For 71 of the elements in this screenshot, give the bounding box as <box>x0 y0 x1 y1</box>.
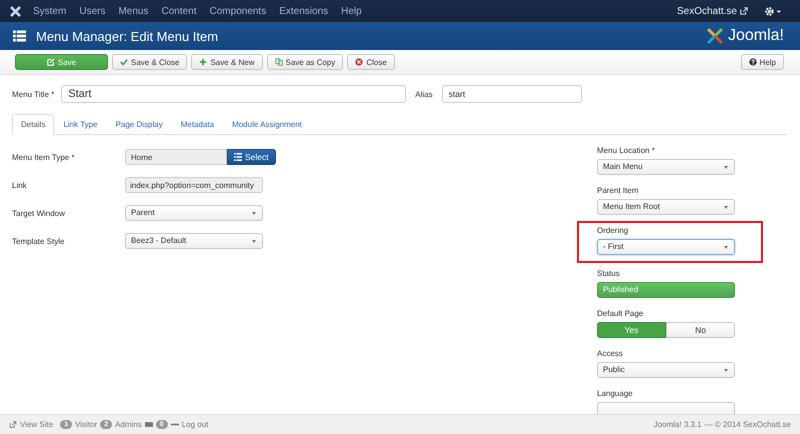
field-label: Alias <box>415 90 433 98</box>
title-field[interactable]: Start <box>61 85 406 103</box>
field-label: Link <box>12 180 28 190</box>
logout-link[interactable]: Log out <box>182 420 208 429</box>
menu-item[interactable]: Content <box>161 6 197 16</box>
dropdown[interactable]: Parent <box>125 205 263 221</box>
field-label: Target Window <box>12 208 66 218</box>
field-label: Status <box>597 269 621 278</box>
caret-icon <box>724 206 728 209</box>
field-label: Menu Location * <box>597 146 656 155</box>
menu-item[interactable]: Components <box>210 6 266 16</box>
field-label: Menu Title * <box>12 90 54 98</box>
menu-item[interactable]: Users <box>79 6 106 16</box>
toolbar-button[interactable]: Save as Copy <box>266 54 344 70</box>
help-button[interactable]: Help <box>740 54 784 70</box>
list-icon <box>234 153 242 161</box>
dropdown[interactable]: Menu Item Root <box>597 199 735 215</box>
logo-mark-icon <box>704 26 725 46</box>
site-link[interactable]: SexOchatt.se <box>676 6 737 16</box>
caret-icon <box>252 240 256 243</box>
logo-icon[interactable] <box>10 6 21 16</box>
link-field: index.php?option=com_community <box>125 177 263 193</box>
visitors-label: Visitor <box>75 420 98 429</box>
list-icon <box>13 30 26 42</box>
caret-icon <box>724 369 728 372</box>
field-label: Template Style <box>12 236 66 246</box>
menu-item[interactable]: Menus <box>118 6 148 16</box>
tab[interactable]: Metadata <box>172 114 224 135</box>
tab[interactable]: Page Display <box>106 114 172 135</box>
plus-icon <box>199 58 208 66</box>
menu-item[interactable]: Help <box>341 6 362 16</box>
copy-icon <box>274 58 282 66</box>
external-link-icon <box>9 421 17 428</box>
type-field: Home <box>125 149 227 165</box>
toolbar-button[interactable]: Save & Close <box>112 54 188 70</box>
external-link-icon <box>740 7 748 15</box>
admins-label: Admins <box>115 420 142 429</box>
edit-icon <box>46 58 55 66</box>
caret-icon <box>724 166 728 169</box>
field-label: Parent Item <box>597 186 640 195</box>
caret-icon <box>252 212 256 215</box>
tab[interactable]: Module Assignment <box>223 114 311 135</box>
check-icon <box>120 58 128 66</box>
version-text: Joomla! 3.3.1 <box>654 420 702 429</box>
settings-icon[interactable] <box>764 6 782 16</box>
dropdown[interactable]: Beez3 - Default <box>125 233 263 249</box>
field-label: Menu Item Type * <box>12 152 76 162</box>
menu-item[interactable]: Extensions <box>279 6 328 16</box>
select-button[interactable]: Select <box>227 149 276 165</box>
caret-icon <box>724 246 728 249</box>
help-icon <box>748 58 757 66</box>
copyright-text: — © 2014 SexOchatt.se <box>704 420 791 429</box>
dropdown[interactable]: Public <box>597 362 735 378</box>
alias-field[interactable]: start <box>442 85 582 103</box>
logo-text: Joomla! <box>728 27 784 45</box>
close-icon <box>355 58 364 66</box>
toggle-option[interactable]: No <box>666 322 735 338</box>
dropdown[interactable]: Main Menu <box>597 159 735 175</box>
field-label: Access <box>597 349 624 358</box>
menu-item[interactable]: System <box>33 6 66 16</box>
field-label: Ordering <box>597 226 630 235</box>
toolbar-button[interactable]: Close <box>347 54 395 70</box>
view-site-link[interactable]: View Site <box>20 420 54 429</box>
tab[interactable]: Link Type <box>54 114 107 135</box>
tab[interactable]: Details <box>12 114 54 135</box>
field-label: Language <box>597 389 634 398</box>
toolbar-button[interactable]: Save & New <box>191 54 262 70</box>
field-label: Default Page <box>597 309 644 318</box>
minus-icon <box>170 421 179 428</box>
dropdown[interactable]: - First <box>597 239 735 255</box>
page-title: Menu Manager: Edit Menu Item <box>36 28 218 44</box>
